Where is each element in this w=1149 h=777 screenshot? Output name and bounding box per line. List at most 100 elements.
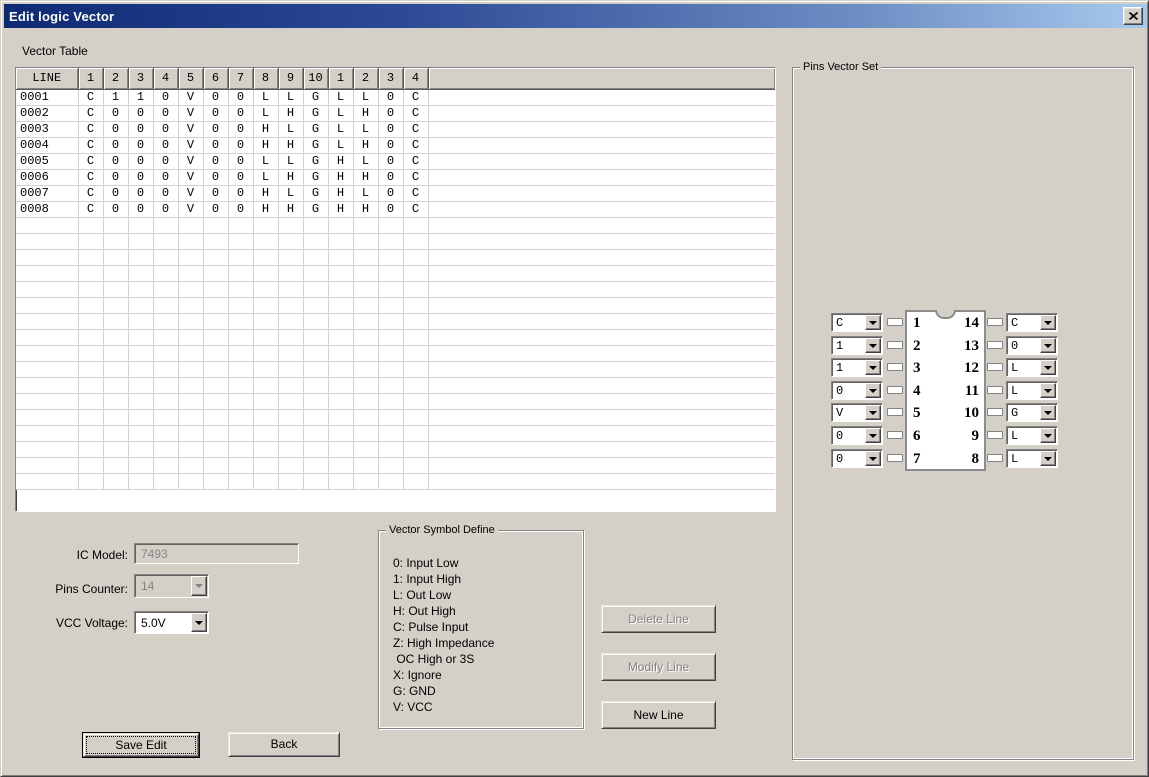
- vector-cell[interactable]: C: [78, 153, 103, 169]
- pin-combo-dropdown[interactable]: [865, 451, 881, 466]
- vector-cell[interactable]: C: [403, 137, 428, 153]
- pin-5-combo[interactable]: V: [831, 403, 883, 422]
- vector-cell[interactable]: H: [328, 185, 353, 201]
- vector-cell[interactable]: 0: [103, 169, 128, 185]
- pin-combo-dropdown[interactable]: [865, 315, 881, 330]
- vector-cell[interactable]: 0: [378, 137, 403, 153]
- vector-cell[interactable]: 0: [103, 137, 128, 153]
- vector-cell[interactable]: 0: [378, 201, 403, 217]
- vector-cell[interactable]: L: [353, 185, 378, 201]
- vector-cell[interactable]: 0: [228, 153, 253, 169]
- table-row[interactable]: 0008C000V00HHGHH0C: [16, 201, 775, 217]
- line-number-cell[interactable]: 0001: [16, 89, 78, 105]
- pin-4-combo[interactable]: 0: [831, 381, 883, 400]
- vector-cell[interactable]: H: [278, 105, 303, 121]
- table-row[interactable]: 0001C110V00LLGLL0C: [16, 89, 775, 105]
- vector-cell[interactable]: 0: [228, 185, 253, 201]
- vector-cell[interactable]: 0: [228, 169, 253, 185]
- vector-cell[interactable]: C: [78, 89, 103, 105]
- vector-cell[interactable]: 0: [203, 105, 228, 121]
- vector-cell[interactable]: 0: [128, 121, 153, 137]
- vector-cell[interactable]: 0: [228, 201, 253, 217]
- vector-cell[interactable]: 0: [153, 105, 178, 121]
- vector-cell[interactable]: 0: [378, 89, 403, 105]
- vector-cell[interactable]: H: [278, 137, 303, 153]
- line-number-cell[interactable]: 0006: [16, 169, 78, 185]
- vector-cell[interactable]: L: [253, 153, 278, 169]
- table-row[interactable]: 0006C000V00LHGHH0C: [16, 169, 775, 185]
- vector-cell[interactable]: C: [78, 105, 103, 121]
- pin-combo-dropdown[interactable]: [865, 405, 881, 420]
- pin-3-combo[interactable]: 1: [831, 358, 883, 377]
- vector-cell[interactable]: V: [178, 169, 203, 185]
- vector-cell[interactable]: H: [353, 137, 378, 153]
- vector-cell[interactable]: L: [253, 169, 278, 185]
- vector-cell[interactable]: C: [78, 137, 103, 153]
- vector-cell[interactable]: 0: [153, 137, 178, 153]
- vector-cell[interactable]: 0: [153, 169, 178, 185]
- vector-cell[interactable]: 0: [128, 169, 153, 185]
- vector-cell[interactable]: 0: [228, 121, 253, 137]
- vector-cell[interactable]: G: [303, 105, 328, 121]
- vector-cell[interactable]: 0: [203, 137, 228, 153]
- vector-cell[interactable]: L: [328, 105, 353, 121]
- vector-cell[interactable]: H: [353, 105, 378, 121]
- pin-13-combo[interactable]: 0: [1006, 336, 1058, 355]
- line-number-cell[interactable]: 0005: [16, 153, 78, 169]
- line-number-cell[interactable]: 0003: [16, 121, 78, 137]
- vector-cell[interactable]: L: [353, 153, 378, 169]
- vector-cell[interactable]: V: [178, 201, 203, 217]
- pin-combo-dropdown[interactable]: [865, 338, 881, 353]
- vector-cell[interactable]: 0: [128, 137, 153, 153]
- vector-cell[interactable]: V: [178, 185, 203, 201]
- pin-combo-dropdown[interactable]: [1040, 405, 1056, 420]
- vector-cell[interactable]: C: [403, 121, 428, 137]
- vector-cell[interactable]: C: [403, 105, 428, 121]
- line-number-cell[interactable]: 0008: [16, 201, 78, 217]
- vector-cell[interactable]: 0: [203, 153, 228, 169]
- vector-cell[interactable]: C: [403, 169, 428, 185]
- pin-combo-dropdown[interactable]: [1040, 360, 1056, 375]
- vector-cell[interactable]: 0: [128, 153, 153, 169]
- vector-cell[interactable]: H: [278, 201, 303, 217]
- pin-combo-dropdown[interactable]: [1040, 451, 1056, 466]
- back-button[interactable]: Back: [228, 732, 340, 757]
- vector-cell[interactable]: C: [403, 201, 428, 217]
- vector-cell[interactable]: L: [328, 137, 353, 153]
- vector-cell[interactable]: V: [178, 137, 203, 153]
- save-edit-button[interactable]: Save Edit: [83, 733, 199, 757]
- pin-combo-dropdown[interactable]: [1040, 383, 1056, 398]
- pin-9-combo[interactable]: L: [1006, 426, 1058, 445]
- vector-cell[interactable]: C: [78, 169, 103, 185]
- vector-cell[interactable]: 0: [153, 153, 178, 169]
- vector-cell[interactable]: 0: [153, 89, 178, 105]
- vector-cell[interactable]: C: [403, 185, 428, 201]
- vector-cell[interactable]: C: [78, 185, 103, 201]
- vector-cell[interactable]: H: [253, 137, 278, 153]
- vector-cell[interactable]: H: [278, 169, 303, 185]
- vector-cell[interactable]: V: [178, 105, 203, 121]
- vector-cell[interactable]: 0: [203, 201, 228, 217]
- pin-11-combo[interactable]: L: [1006, 381, 1058, 400]
- vector-cell[interactable]: 0: [103, 185, 128, 201]
- vector-cell[interactable]: G: [303, 121, 328, 137]
- vector-cell[interactable]: 0: [103, 105, 128, 121]
- vector-cell[interactable]: L: [278, 121, 303, 137]
- pin-7-combo[interactable]: 0: [831, 449, 883, 468]
- vector-cell[interactable]: 0: [203, 89, 228, 105]
- vector-cell[interactable]: H: [353, 201, 378, 217]
- line-number-cell[interactable]: 0002: [16, 105, 78, 121]
- vector-cell[interactable]: C: [78, 121, 103, 137]
- vector-cell[interactable]: L: [278, 185, 303, 201]
- vector-cell[interactable]: 0: [203, 121, 228, 137]
- vector-cell[interactable]: L: [278, 89, 303, 105]
- table-row[interactable]: 0003C000V00HLGLL0C: [16, 121, 775, 137]
- vector-cell[interactable]: 0: [103, 201, 128, 217]
- vector-cell[interactable]: L: [278, 153, 303, 169]
- pin-combo-dropdown[interactable]: [1040, 338, 1056, 353]
- close-button[interactable]: [1123, 7, 1143, 25]
- vector-cell[interactable]: G: [303, 169, 328, 185]
- vector-cell[interactable]: L: [253, 105, 278, 121]
- vector-cell[interactable]: 0: [228, 105, 253, 121]
- vector-cell[interactable]: V: [178, 121, 203, 137]
